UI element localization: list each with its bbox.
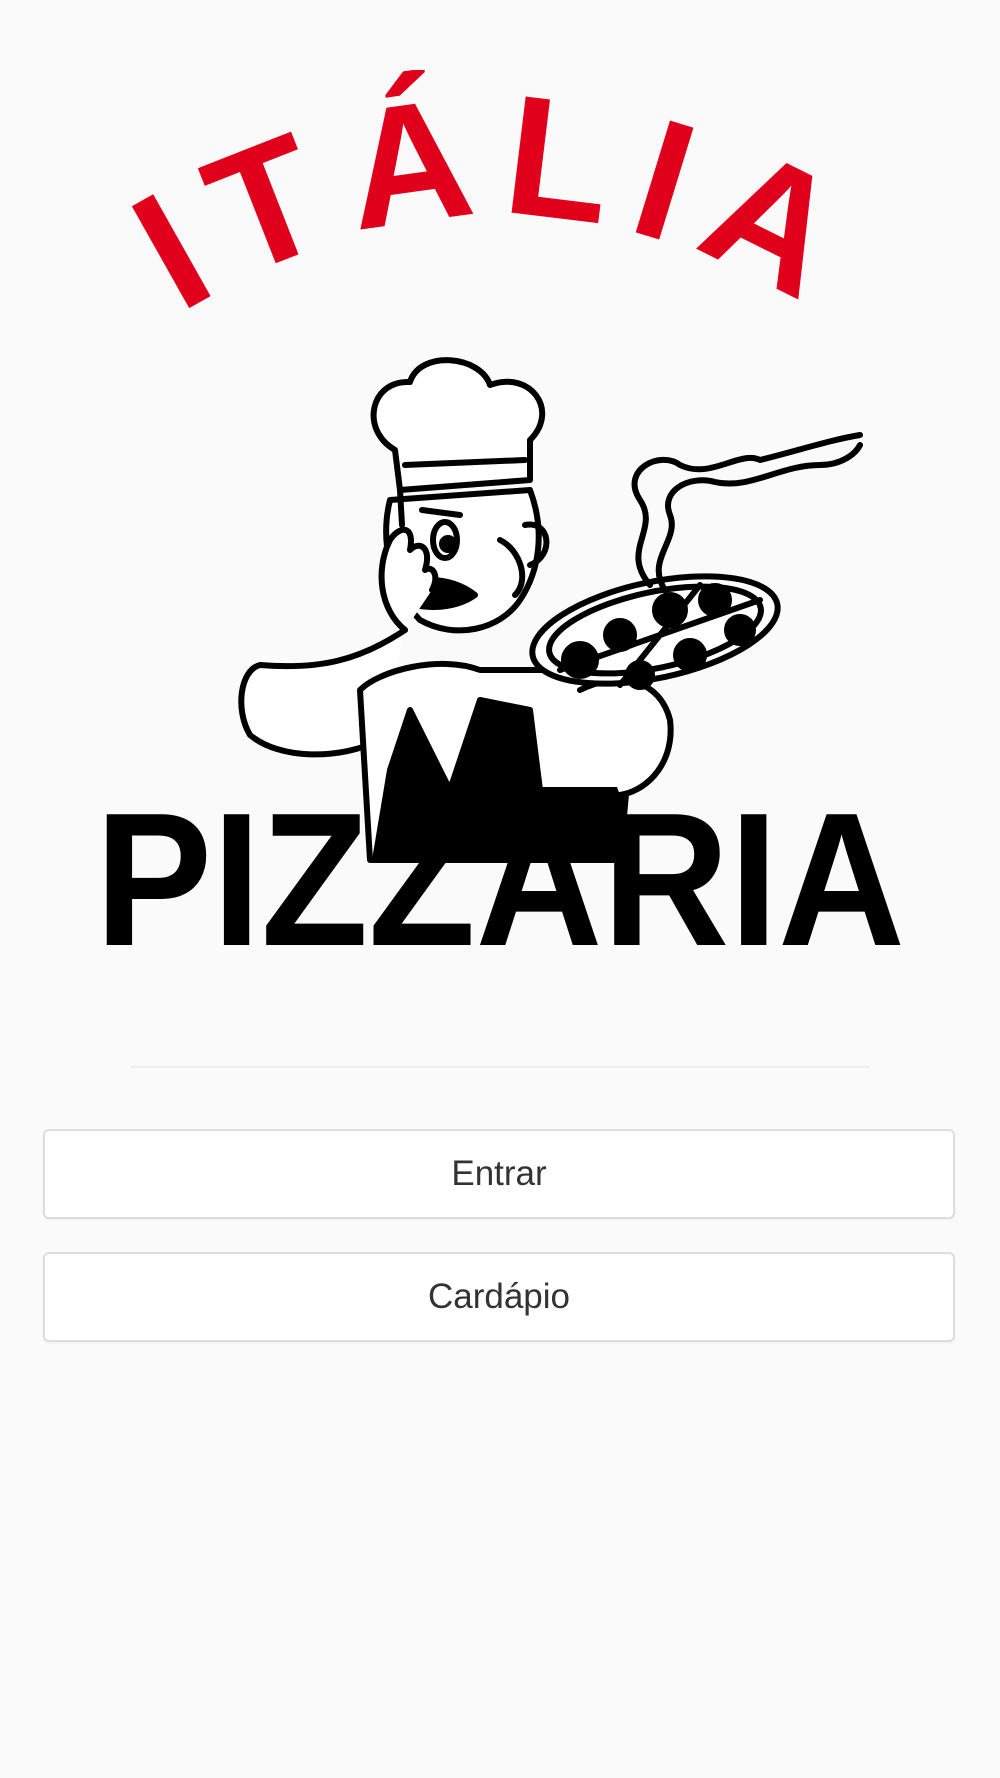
logo-top-text: ITÁLIA: [104, 70, 890, 346]
pizzaria-logo: ITÁLIA PIZZARIA: [60, 70, 940, 970]
entrar-button[interactable]: Entrar: [43, 1129, 955, 1219]
home-screen: ITÁLIA PIZZARIA Entrar Cardápio: [0, 0, 1000, 1778]
section-divider: [130, 1066, 870, 1068]
cardapio-button[interactable]: Cardápio: [43, 1252, 955, 1342]
logo-bottom-text: PIZZARIA: [95, 774, 905, 970]
